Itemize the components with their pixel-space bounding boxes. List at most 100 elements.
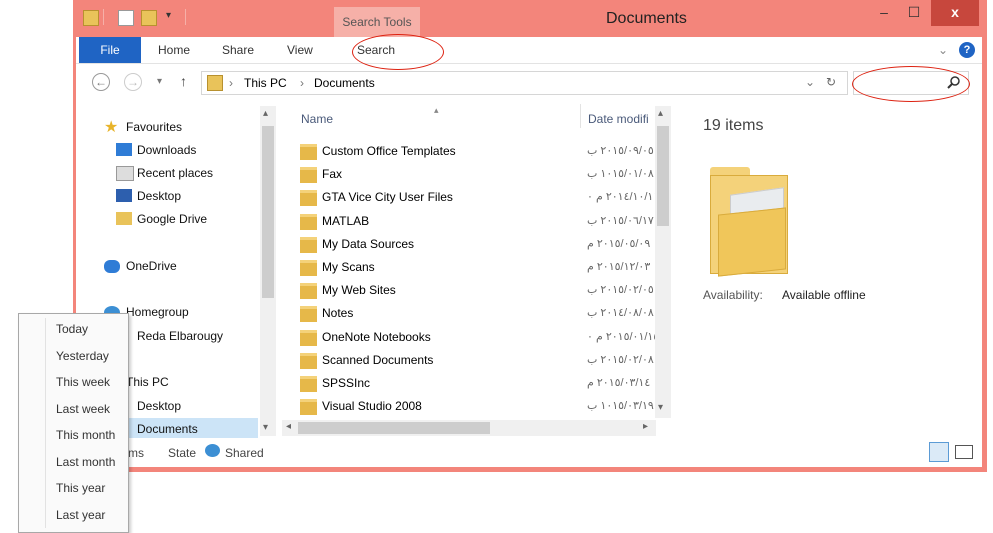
up-button[interactable]: ↑ xyxy=(180,73,187,89)
menu-item-today[interactable]: Today xyxy=(56,322,88,336)
nav-scroll-up-icon[interactable]: ▴ xyxy=(263,108,268,119)
path-separator: › xyxy=(229,76,233,90)
nav-google-drive[interactable]: Google Drive xyxy=(137,212,207,226)
table-row[interactable]: Scanned Documents ٢٠١٥/٠٢/٠٨ ب xyxy=(298,349,665,372)
file-list-hscrollbar-thumb[interactable] xyxy=(298,422,490,434)
recent-places-icon xyxy=(116,166,134,181)
refresh-icon[interactable]: ↻ xyxy=(826,75,836,89)
file-name: GTA Vice City User Files xyxy=(322,190,453,205)
file-name: My Scans xyxy=(322,260,375,274)
file-name: OneNote Notebooks xyxy=(322,329,431,344)
tab-view[interactable]: View xyxy=(287,37,313,63)
hscroll-left-icon[interactable]: ◂ xyxy=(286,421,291,432)
folder-icon xyxy=(300,190,317,207)
table-row[interactable]: OneNote Notebooks ٢٠١٥/٠١/١٥ م ٠ xyxy=(298,326,665,349)
nav-scroll-down-icon[interactable]: ▾ xyxy=(263,422,268,433)
downloads-icon xyxy=(116,143,132,156)
file-date: ٢٠١٥/٠١/١٥ م ٠ xyxy=(587,330,660,343)
table-row[interactable]: Custom Office Templates ٢٠١٥/٠٩/٠٥ ب xyxy=(298,140,665,163)
window-title: Documents xyxy=(606,10,687,27)
forward-button[interactable]: → xyxy=(124,73,142,91)
status-state-label: State xyxy=(168,446,197,460)
recent-locations-button[interactable]: ▾ xyxy=(157,76,162,87)
nav-downloads[interactable]: Downloads xyxy=(137,143,196,157)
address-dropdown-icon[interactable]: ⌄ xyxy=(805,75,815,89)
column-divider xyxy=(580,104,581,128)
menu-item-this-month[interactable]: This month xyxy=(56,428,115,442)
nav-homegroup[interactable]: Homegroup xyxy=(126,305,189,319)
file-name: SPSSInc xyxy=(322,376,371,390)
maximize-button[interactable]: ☐ xyxy=(900,0,928,26)
nav-onedrive[interactable]: OneDrive xyxy=(126,259,177,273)
menu-item-last-year[interactable]: Last year xyxy=(56,508,105,522)
table-row[interactable]: Fax ١٠١٥/٠١/٠٨ ب xyxy=(298,163,665,186)
folder-icon xyxy=(300,144,317,160)
table-row[interactable]: Visual Studio 2008 ١٠١٥/٠٣/١٩ ب xyxy=(298,395,665,418)
folder-icon xyxy=(300,283,317,300)
table-row[interactable]: SPSSInc ٢٠١٥/٠٣/١٤ م xyxy=(298,372,665,395)
address-bar[interactable]: › This PC › Documents ⌄ ↻ xyxy=(201,71,848,95)
folder-icon xyxy=(300,213,317,230)
onedrive-icon xyxy=(104,260,120,273)
shared-icon xyxy=(205,444,220,457)
ribbon-expand-icon[interactable]: ⌄ xyxy=(938,37,948,63)
nav-desktop[interactable]: Desktop xyxy=(137,189,181,203)
new-folder-icon[interactable] xyxy=(141,10,157,26)
breadcrumb-this-pc[interactable]: This PC xyxy=(244,76,287,90)
search-tools-tab[interactable]: Search Tools xyxy=(334,7,420,37)
path-separator: › xyxy=(300,76,304,90)
folder-app-icon[interactable] xyxy=(83,10,99,26)
file-date: ٢٠١٥/٠٢/٠٥ ب xyxy=(587,284,654,297)
nav-recent-places[interactable]: Recent places xyxy=(137,166,213,180)
table-row[interactable]: My Web Sites ٢٠١٥/٠٢/٠٥ ب xyxy=(298,279,665,302)
column-header-date[interactable]: Date modifi xyxy=(588,112,649,126)
tab-file[interactable]: File xyxy=(79,37,141,63)
details-view-icon[interactable] xyxy=(929,442,949,462)
nav-scrollbar-thumb[interactable] xyxy=(262,126,274,298)
file-scroll-up-icon[interactable]: ▴ xyxy=(658,108,663,119)
minimize-button[interactable]: – xyxy=(870,0,898,26)
menu-item-this-week[interactable]: This week xyxy=(56,375,110,389)
table-row[interactable]: GTA Vice City User Files ٢٠١٤/١٠/١١ م ٠ xyxy=(298,186,665,209)
file-date: ١٠١٥/٠٣/١٩ ب xyxy=(587,400,654,413)
toolbar-divider xyxy=(103,9,104,25)
file-name: Custom Office Templates xyxy=(322,144,456,158)
file-name: Visual Studio 2008 xyxy=(322,399,422,414)
tab-home[interactable]: Home xyxy=(158,37,190,63)
tab-share[interactable]: Share xyxy=(222,37,254,63)
folder-icon xyxy=(300,329,317,346)
nav-pc-documents[interactable]: Documents xyxy=(137,422,198,436)
folder-icon xyxy=(300,399,317,416)
large-icons-view-icon[interactable] xyxy=(955,445,973,459)
breadcrumb-documents[interactable]: Documents xyxy=(314,76,375,90)
close-button[interactable]: x xyxy=(931,0,979,26)
nav-homegroup-user[interactable]: Reda Elbarougy xyxy=(137,329,223,343)
menu-item-this-year[interactable]: This year xyxy=(56,481,105,495)
menu-item-yesterday[interactable]: Yesterday xyxy=(56,349,109,363)
table-row[interactable]: My Scans ٢٠١٥/١٢/٠٣ م xyxy=(298,256,665,279)
column-header-name[interactable]: Name xyxy=(301,112,333,126)
file-list-scrollbar-thumb[interactable] xyxy=(657,126,669,226)
folder-icon xyxy=(300,376,317,392)
help-icon[interactable]: ? xyxy=(959,42,975,58)
file-date: ٢٠١٥/١٢/٠٣ م xyxy=(587,261,651,273)
menu-item-last-month[interactable]: Last month xyxy=(56,455,115,469)
folder-icon xyxy=(300,352,317,369)
file-scroll-down-icon[interactable]: ▾ xyxy=(658,402,663,413)
quick-access-dropdown-icon[interactable]: ▾ xyxy=(166,10,171,21)
status-items-count: ms xyxy=(128,446,144,460)
hscroll-right-icon[interactable]: ▸ xyxy=(643,421,648,432)
file-date: ٢٠١٥/٠٩/٠٥ ب xyxy=(587,145,654,157)
nav-pc-desktop[interactable]: Desktop xyxy=(137,399,181,413)
properties-icon[interactable] xyxy=(118,10,134,26)
nav-this-pc[interactable]: This PC xyxy=(126,375,169,389)
table-row[interactable]: My Data Sources ٢٠١٥/٠٥/٠٩ م xyxy=(298,233,665,256)
table-row[interactable]: MATLAB ٢٠١٥/٠٦/١٧ ب xyxy=(298,210,665,233)
nav-favourites[interactable]: Favourites xyxy=(126,120,182,134)
folder-icon xyxy=(300,260,317,276)
menu-item-last-week[interactable]: Last week xyxy=(56,402,110,416)
back-button[interactable]: ← xyxy=(92,73,110,91)
large-folder-icon xyxy=(710,167,788,277)
table-row[interactable]: Notes ٢٠١٤/٠٨/٠٨ ب xyxy=(298,302,665,325)
status-shared: Shared xyxy=(225,446,264,460)
